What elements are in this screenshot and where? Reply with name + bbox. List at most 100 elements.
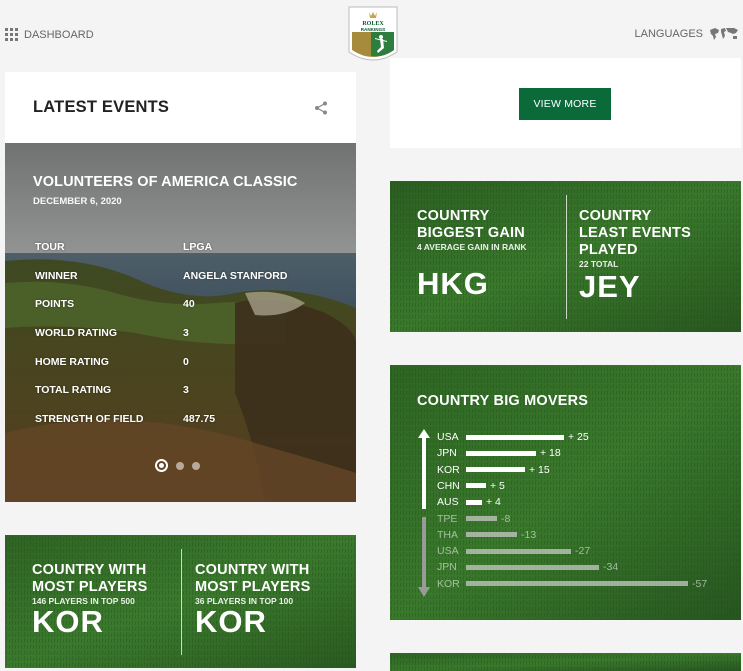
biggest-gain-title-1: COUNTRY (417, 208, 490, 224)
most-players-500-value: KOR (32, 604, 104, 639)
least-events-title-2: LEAST EVENTS (579, 225, 691, 241)
biggest-gain-sub: 4 AVERAGE GAIN IN RANK (417, 242, 527, 252)
mover-bar (466, 532, 517, 538)
most-players-500-stat: COUNTRY WITH MOST PLAYERS 146 PLAYERS IN… (32, 562, 147, 640)
mover-row-down: KOR -57 (437, 576, 707, 592)
event-row-world-rating: WORLD RATING 3 (35, 327, 189, 340)
event-row-home-rating: HOME RATING 0 (35, 355, 189, 368)
view-more-card: VIEW MORE (390, 58, 741, 148)
most-players-500-sub: 146 PLAYERS IN TOP 500 (32, 596, 135, 606)
mover-bar (466, 434, 564, 440)
least-events-stat: COUNTRY LEAST EVENTS PLAYED 22 TOTAL JEY (579, 208, 691, 305)
biggest-gain-stat: COUNTRY BIGGEST GAIN 4 AVERAGE GAIN IN R… (417, 208, 527, 302)
event-name: VOLUNTEERS OF AMERICA CLASSIC (33, 174, 298, 190)
most-players-100-sub: 36 PLAYERS IN TOP 100 (195, 596, 294, 606)
world-map-icon (710, 28, 738, 40)
dashboard-label: DASHBOARD (24, 28, 94, 41)
biggest-gain-value: HKG (417, 266, 489, 301)
event-row-winner: WINNER ANGELA STANFORD (35, 269, 288, 282)
event-slide: VOLUNTEERS OF AMERICA CLASSIC DECEMBER 6… (5, 143, 356, 502)
biggest-gain-title-2: BIGGEST GAIN (417, 225, 525, 241)
least-events-title-3: PLAYED (579, 242, 638, 258)
dashboard-link[interactable]: DASHBOARD (5, 28, 94, 41)
mover-bar (466, 548, 571, 554)
mover-bar (466, 499, 482, 505)
mover-change: + 15 (529, 463, 550, 476)
mover-change: -34 (603, 561, 619, 574)
mover-row-up: AUS + 4 (437, 494, 501, 510)
mover-change: -13 (521, 528, 537, 541)
country-big-movers-panel: COUNTRY BIG MOVERS USA + 25 JPN + 18 KOR + 15… (390, 365, 741, 620)
mover-country: THA (437, 528, 458, 541)
event-row-total-rating: TOTAL RATING 3 (35, 384, 189, 397)
mover-country: KOR (437, 577, 460, 590)
mover-country: AUS (437, 496, 459, 509)
carousel-dots (155, 459, 200, 472)
latest-events-card: LATEST EVENTS VOLUNTEERS OF AMERICA CLAS… (5, 72, 356, 502)
mover-row-down: USA -27 (437, 543, 590, 559)
event-row-points: POINTS 40 (35, 298, 195, 311)
country-stats-panel-gain: COUNTRY BIGGEST GAIN 4 AVERAGE GAIN IN R… (390, 181, 741, 332)
carousel-dot-3[interactable] (192, 461, 200, 470)
mover-change: -8 (501, 512, 511, 525)
least-events-sub: 22 TOTAL (579, 259, 619, 269)
most-players-100-stat: COUNTRY WITH MOST PLAYERS 36 PLAYERS IN … (195, 562, 310, 640)
mover-country: CHN (437, 479, 460, 492)
mover-bar (466, 483, 486, 489)
mover-country: JPN (437, 561, 457, 574)
mover-country: USA (437, 545, 459, 558)
mover-bar (466, 516, 497, 521)
mover-bar (466, 450, 536, 456)
mover-row-down: THA -13 (437, 527, 536, 543)
least-events-title-1: COUNTRY (579, 208, 652, 224)
mover-row-up: USA + 25 (437, 429, 589, 445)
logo-text-rankings: RANKINGS (361, 27, 386, 32)
languages-label: LANGUAGES (634, 28, 703, 40)
share-icon[interactable] (314, 101, 328, 115)
most-players-100-value: KOR (195, 604, 267, 639)
mover-row-down: TPE -8 (437, 511, 510, 527)
mover-bar (466, 581, 688, 587)
most-players-500-title-2: MOST PLAYERS (32, 579, 148, 595)
mover-bar (466, 564, 599, 570)
movers-arrows (418, 429, 430, 597)
mover-row-up: CHN + 5 (437, 478, 505, 494)
mover-change: + 4 (486, 496, 501, 509)
mover-change: + 25 (568, 431, 589, 443)
mover-row-up: JPN + 18 (437, 445, 561, 461)
stat-divider (181, 549, 182, 655)
mover-country: USA (437, 431, 459, 443)
carousel-dot-2[interactable] (176, 461, 184, 470)
most-players-100-title-1: COUNTRY WITH (195, 562, 310, 578)
event-row-tour: TOUR LPGA (35, 241, 213, 254)
most-players-100-title-2: MOST PLAYERS (195, 579, 311, 595)
event-details-table: TOUR LPGA WINNER ANGELA STANFORD POINTS 40 … (35, 233, 287, 433)
mover-change: + 5 (490, 479, 505, 492)
mover-country: TPE (437, 512, 458, 525)
mover-change: -27 (575, 545, 591, 558)
carousel-dot-1[interactable] (155, 459, 168, 472)
grass-background (390, 653, 741, 671)
arrow-down-icon (418, 517, 430, 597)
mover-country: KOR (437, 463, 460, 476)
mover-change: + 18 (540, 447, 561, 460)
least-events-value: JEY (579, 269, 641, 304)
mover-country: JPN (437, 447, 457, 460)
mover-row-up: KOR + 15 (437, 462, 550, 478)
big-movers-title: COUNTRY BIG MOVERS (417, 393, 589, 409)
stat-divider (566, 195, 567, 319)
languages-link[interactable]: LANGUAGES (635, 27, 739, 41)
view-more-button[interactable]: VIEW MORE (519, 88, 611, 120)
most-players-500-title-1: COUNTRY WITH (32, 562, 147, 578)
latest-events-title: LATEST EVENTS (33, 98, 170, 116)
top-bar: DASHBOARD ROLEX RANKINGS LANGUAGES (0, 0, 743, 61)
mover-row-down: JPN -34 (437, 559, 618, 575)
mover-change: -57 (692, 577, 708, 590)
grid-icon (5, 28, 18, 41)
mover-bar (466, 467, 525, 473)
event-date: DECEMBER 6, 2020 (33, 196, 122, 207)
country-stats-panel-players: COUNTRY WITH MOST PLAYERS 146 PLAYERS IN… (5, 535, 356, 668)
bottom-panel (390, 653, 741, 671)
arrow-up-icon (418, 429, 430, 509)
event-row-strength-of-field: STRENGTH OF FIELD 487.75 (35, 412, 216, 425)
